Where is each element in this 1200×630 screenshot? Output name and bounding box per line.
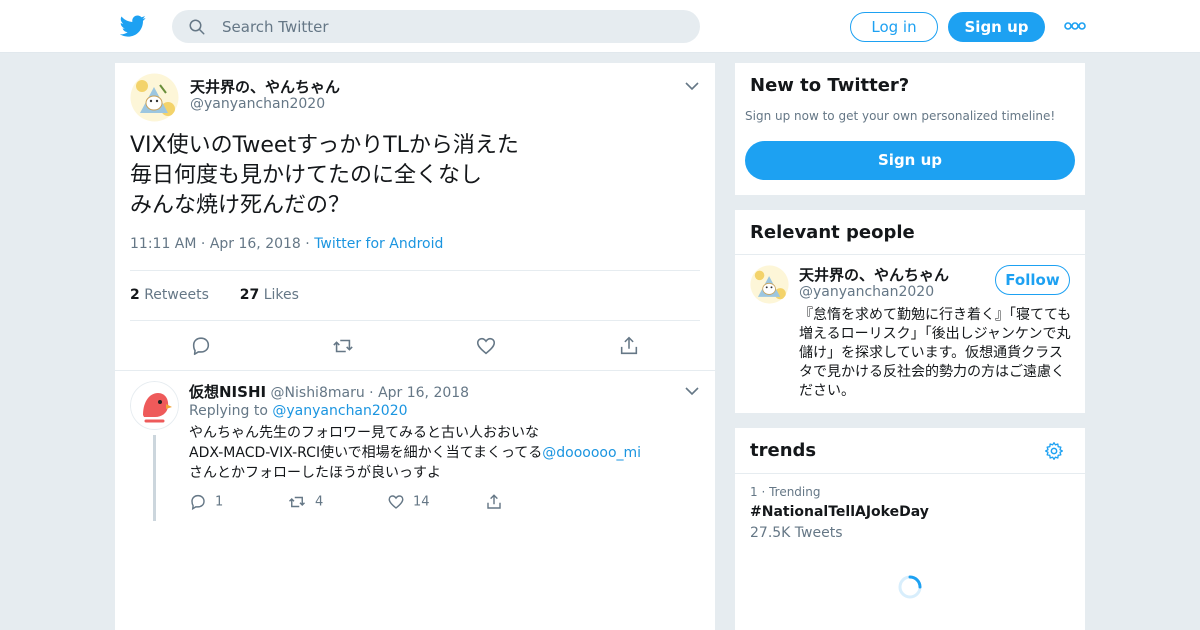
trends-card: trends 1 · Trending #NationalTellAJokeDa… (735, 428, 1085, 630)
signup-button[interactable]: Sign up (745, 141, 1075, 180)
tweet-text: VIX使いのTweetすっかりTLから消えた 毎日何度も見かけてたのに全くなし … (130, 131, 700, 221)
divider (130, 320, 700, 321)
person-name[interactable]: 天井界の、やんちゃん (799, 264, 949, 285)
author-handle[interactable]: @yanyanchan2020 (190, 96, 325, 112)
avatar[interactable] (130, 73, 179, 122)
chevron-down-icon[interactable] (685, 386, 699, 396)
likes-stat[interactable]: 27 Likes (240, 287, 299, 303)
reply-date[interactable]: Apr 16, 2018 (378, 385, 469, 401)
reply-author-name[interactable]: 仮想NISHI (189, 383, 266, 401)
relevant-people-card: Relevant people 天井界の、やんちゃん @yanyanchan20… (735, 210, 1085, 413)
divider (735, 254, 1085, 255)
mention-link[interactable]: @doooooo_mi (542, 445, 641, 461)
reply-header: 仮想NISHI @Nishi8maru · Apr 16, 2018 (189, 383, 470, 401)
card-title: New to Twitter? (750, 75, 910, 96)
divider (130, 270, 700, 271)
trend-tweet-count: 27.5K Tweets (750, 525, 843, 541)
loading-spinner-icon (898, 575, 922, 599)
gear-icon[interactable] (1044, 441, 1064, 461)
tweet-time[interactable]: 11:11 AM (130, 236, 196, 252)
card-title: trends (750, 440, 817, 461)
trend-rank: 1 · Trending (750, 485, 821, 499)
share-icon[interactable] (618, 335, 640, 357)
more-options-icon[interactable] (1064, 20, 1086, 32)
twitter-logo-icon[interactable] (120, 13, 146, 39)
reply-text: やんちゃん先生のフォロワー見てみると古い人おおいな ADX-MACD-VIX-R… (189, 425, 642, 481)
person-bio: 『怠惰を求めて勤勉に行き着く』「寝てても増えるローリスク」「後出しジャンケンで丸… (799, 307, 1072, 399)
retweet-icon (288, 496, 306, 508)
heart-icon (388, 495, 404, 509)
replying-to-link[interactable]: @yanyanchan2020 (272, 403, 407, 419)
tweet-source-link[interactable]: Twitter for Android (314, 236, 443, 252)
tweet-date[interactable]: Apr 16, 2018 (210, 236, 301, 252)
follow-button[interactable]: Follow (995, 265, 1070, 295)
divider (115, 370, 715, 371)
author-name[interactable]: 天井界の、やんちゃん (190, 76, 340, 97)
divider (735, 473, 1085, 474)
search-input[interactable] (222, 10, 682, 43)
reply-icon[interactable] (190, 335, 212, 357)
heart-icon[interactable] (475, 335, 497, 357)
tweet-meta: 11:11 AM · Apr 16, 2018 · Twitter for An… (130, 236, 444, 252)
trend-name[interactable]: #NationalTellAJokeDay (750, 504, 929, 520)
reply-retweet-action[interactable]: 4 (287, 493, 323, 511)
reply-reply-action[interactable]: 1 (189, 493, 223, 511)
reply-author-handle[interactable]: @Nishi8maru (271, 385, 365, 401)
reply-share-action[interactable] (485, 493, 511, 511)
reply-icon (191, 494, 205, 511)
tweet-text-line: 毎日何度も見かけてたのに全くなし (130, 163, 483, 188)
tweet-panel: 天井界の、やんちゃん @yanyanchan2020 VIX使いのTweetすっ… (115, 63, 715, 630)
signup-button[interactable]: Sign up (948, 12, 1045, 42)
new-to-twitter-card: New to Twitter? Sign up now to get your … (735, 63, 1085, 195)
share-icon (487, 494, 501, 509)
tweet-text-line: みんな焼け死んだの？ (130, 193, 351, 218)
replying-to: Replying to @yanyanchan2020 (189, 403, 408, 419)
retweets-stat[interactable]: 2 Retweets (130, 287, 209, 303)
person-handle[interactable]: @yanyanchan2020 (799, 284, 934, 300)
login-button[interactable]: Log in (850, 12, 938, 42)
avatar[interactable] (750, 265, 789, 304)
reply-avatar[interactable] (130, 381, 179, 430)
chevron-down-icon[interactable] (685, 81, 699, 91)
card-title: Relevant people (750, 222, 915, 243)
tweet-text-line: VIX使いのTweetすっかりTLから消えた (130, 133, 519, 158)
top-bar: Log in Sign up (0, 0, 1200, 53)
thread-line (153, 435, 156, 521)
card-subtitle: Sign up now to get your own personalized… (745, 109, 1056, 123)
tweet-stats: 2 Retweets 27 Likes (130, 287, 299, 303)
retweet-icon[interactable] (332, 335, 354, 357)
reply-like-action[interactable]: 14 (387, 493, 430, 511)
search-box[interactable] (172, 10, 700, 43)
search-icon (189, 19, 205, 35)
